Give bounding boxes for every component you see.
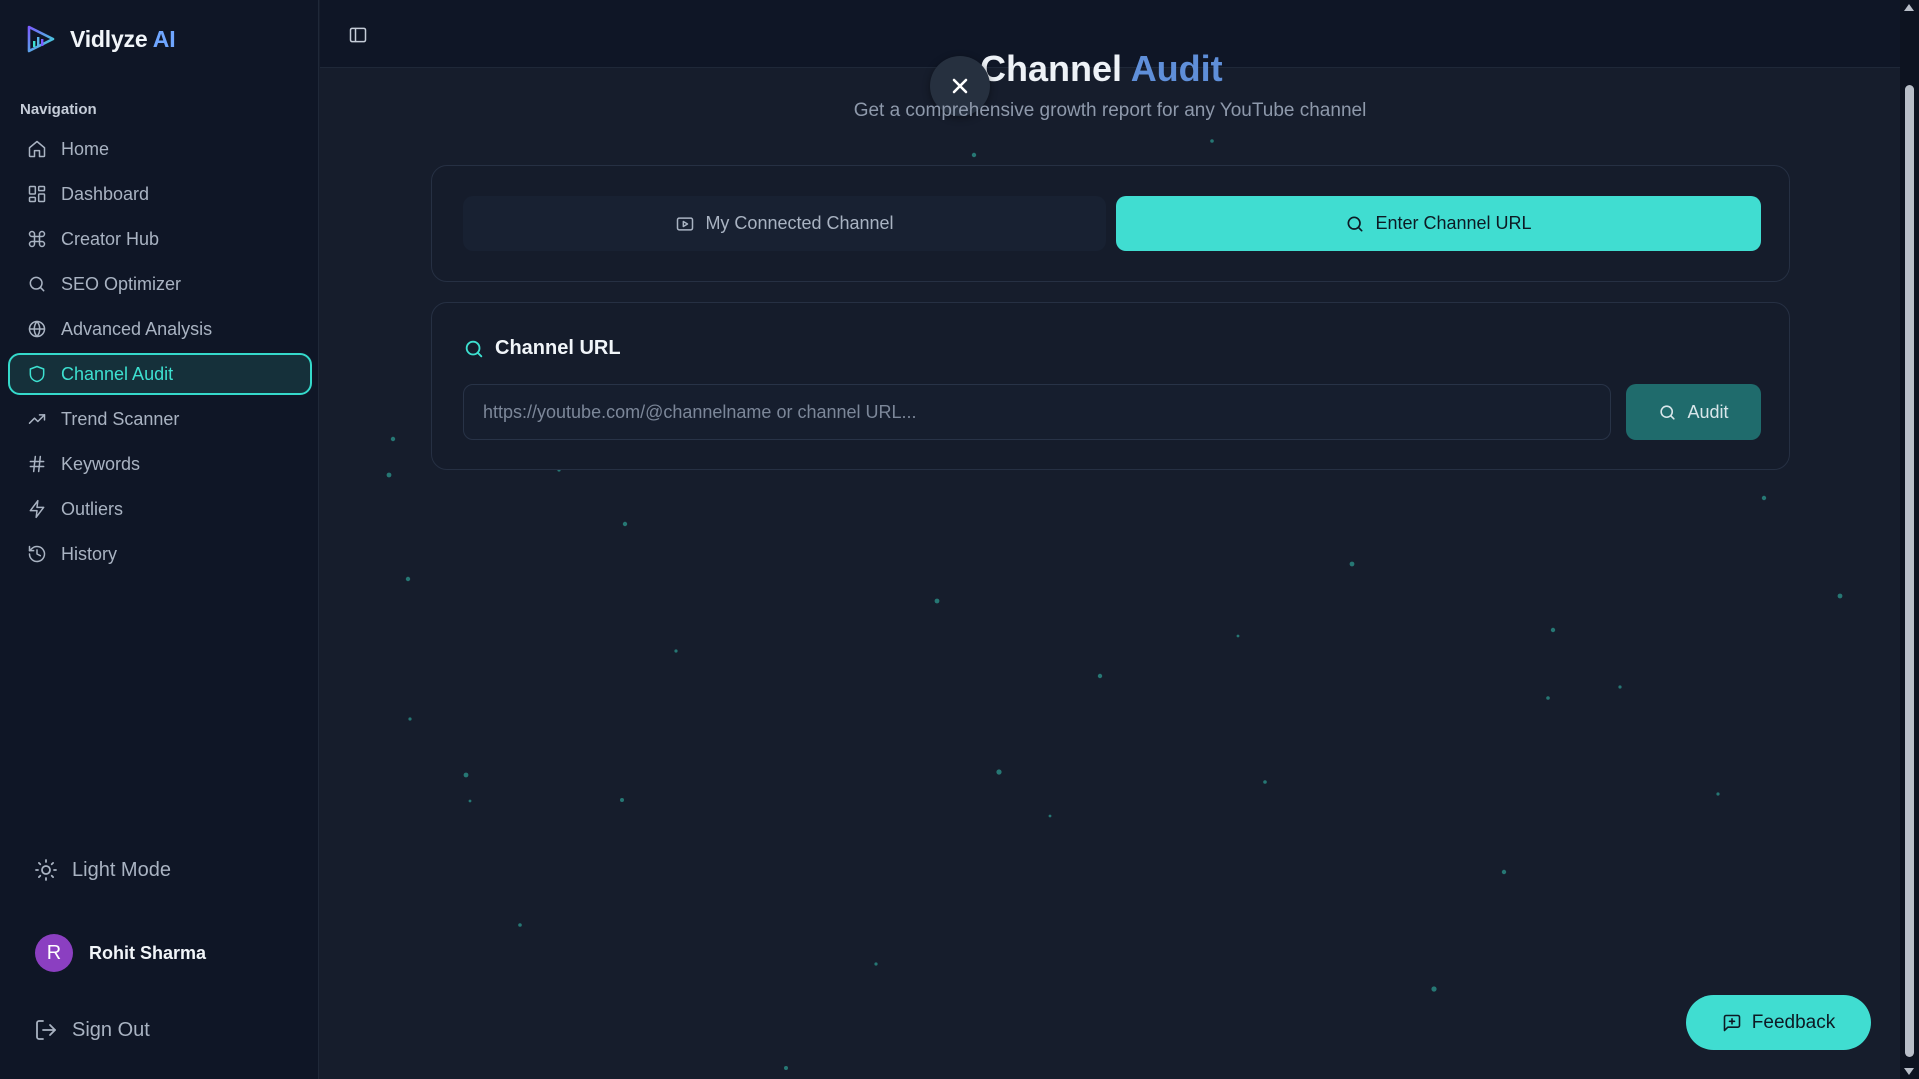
close-icon <box>952 78 968 94</box>
sidebar-item-dashboard[interactable]: Dashboard <box>8 173 312 215</box>
page-subtitle: Get a comprehensive growth report for an… <box>853 100 1367 121</box>
theme-toggle[interactable]: Light Mode <box>34 858 171 882</box>
sidebar-item-label: Channel Audit <box>61 363 174 384</box>
audit-button[interactable]: Audit <box>1626 384 1761 440</box>
nav-heading: Navigation <box>20 101 97 118</box>
search-icon <box>1660 404 1676 420</box>
channel-url-heading: Channel URL <box>463 337 621 360</box>
sidebar-item-label: SEO Optimizer <box>61 273 182 294</box>
message-square-plus-icon <box>1723 1014 1741 1031</box>
page-title: Channel Audit <box>980 48 1223 89</box>
sidebar-item-label: Home <box>61 138 110 159</box>
sidebar-item-trend-scanner[interactable]: Trend Scanner <box>8 398 312 440</box>
source-tabs-card: My Connected Channel Enter Channel URL <box>431 165 1790 282</box>
search-icon <box>465 340 483 357</box>
sidebar-item-label: Trend Scanner <box>61 408 180 429</box>
channel-url-input[interactable] <box>463 384 1611 440</box>
sidebar-item-label: Dashboard <box>61 183 150 204</box>
zap-icon <box>29 499 45 519</box>
trending-up-icon <box>28 414 46 424</box>
sidebar-item-label: Keywords <box>61 453 141 474</box>
user-profile[interactable]: R Rohit Sharma <box>35 934 206 972</box>
tab-label: My Connected Channel <box>705 213 894 233</box>
avatar: R <box>35 934 73 972</box>
sidebar-item-label: History <box>61 543 118 564</box>
nav-list: Home Dashboard Creator Hub SEO Optimizer… <box>8 128 312 578</box>
sidebar-item-keywords[interactable]: Keywords <box>8 443 312 485</box>
tab-label: Enter Channel URL <box>1375 213 1532 233</box>
command-icon <box>28 230 46 248</box>
feedback-button[interactable]: Feedback <box>1686 995 1871 1050</box>
channel-url-heading-label: Channel URL <box>495 337 621 359</box>
theme-toggle-label: Light Mode <box>72 858 171 881</box>
history-icon <box>28 545 46 563</box>
sidebar-item-seo-optimizer[interactable]: SEO Optimizer <box>8 263 312 305</box>
sign-out-label: Sign Out <box>72 1018 150 1041</box>
sun-icon <box>35 859 57 881</box>
sidebar-item-home[interactable]: Home <box>8 128 312 170</box>
sidebar-item-label: Outliers <box>61 498 124 519</box>
sidebar-item-creator-hub[interactable]: Creator Hub <box>8 218 312 260</box>
scrollbar[interactable] <box>1900 0 1919 1079</box>
audit-button-label: Audit <box>1687 401 1729 422</box>
brand-name: Vidlyze AI <box>70 25 176 52</box>
search-icon <box>29 276 45 292</box>
globe-icon <box>28 320 46 338</box>
shield-icon <box>29 365 45 383</box>
scroll-down-arrow-icon[interactable] <box>1904 1068 1914 1075</box>
panel-left-icon <box>349 27 367 43</box>
sidebar-item-advanced-analysis[interactable]: Advanced Analysis <box>8 308 312 350</box>
sidebar-item-channel-audit[interactable]: Channel Audit <box>8 353 312 395</box>
video-icon <box>677 216 694 231</box>
channel-url-card: Channel URL Audit <box>431 302 1790 470</box>
log-out-icon <box>36 1020 56 1040</box>
hash-icon <box>29 455 45 473</box>
sign-out-button[interactable]: Sign Out <box>34 1018 150 1042</box>
sidebar: Vidlyze AI Navigation Home Dashboard Cre… <box>0 0 319 1079</box>
feedback-label: Feedback <box>1751 1011 1836 1033</box>
search-icon <box>1347 216 1363 231</box>
sidebar-item-outliers[interactable]: Outliers <box>8 488 312 530</box>
home-icon <box>28 140 46 158</box>
sidebar-toggle-button[interactable] <box>348 25 368 45</box>
user-name: Rohit Sharma <box>89 942 207 963</box>
logo-icon <box>27 25 55 53</box>
tab-enter-channel-url[interactable]: Enter Channel URL <box>1116 196 1761 251</box>
brand[interactable]: Vidlyze AI <box>26 24 176 54</box>
scroll-up-arrow-icon[interactable] <box>1904 4 1914 11</box>
scroll-thumb[interactable] <box>1905 85 1914 1057</box>
sidebar-item-label: Creator Hub <box>61 228 160 249</box>
tab-my-connected-channel[interactable]: My Connected Channel <box>463 196 1106 251</box>
sidebar-item-history[interactable]: History <box>8 533 312 575</box>
sidebar-item-label: Advanced Analysis <box>61 318 213 339</box>
dashboard-icon <box>28 185 46 203</box>
